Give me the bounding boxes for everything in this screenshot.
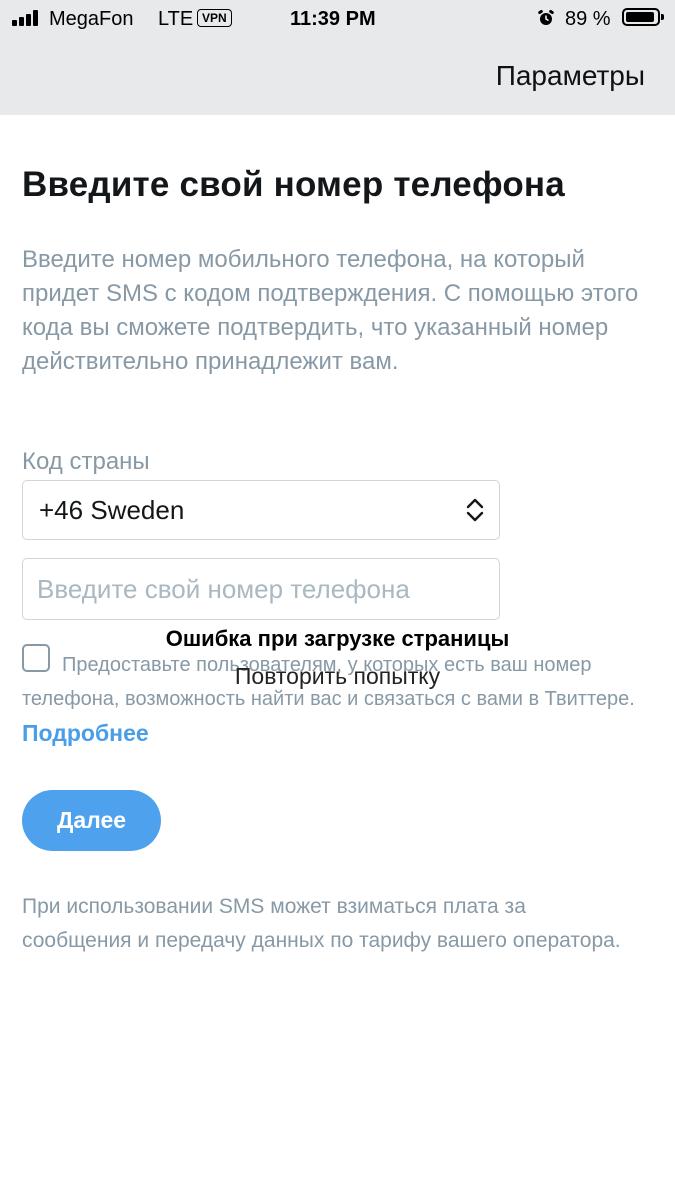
next-button[interactable]: Далее [22, 790, 161, 851]
vpn-badge: VPN [197, 9, 232, 27]
top-bar: MegaFon LTE VPN 11:39 PM 89 % Параметры [0, 0, 675, 115]
chevron-up-down-icon [466, 498, 484, 522]
retry-button[interactable]: Повторить попытку [0, 663, 675, 690]
clock: 11:39 PM [290, 8, 376, 30]
battery-percent: 89 % [565, 8, 611, 30]
country-code-value: +46 Sweden [39, 495, 185, 525]
carrier-name: MegaFon [49, 8, 134, 30]
country-code-label: Код страны [22, 448, 150, 475]
page-load-error-title: Ошибка при загрузке страницы [165, 626, 510, 651]
status-bar: MegaFon LTE VPN 11:39 PM 89 % [0, 0, 675, 40]
page-title: Введите свой номер телефона [22, 165, 565, 204]
network-type: LTE [158, 8, 194, 30]
learn-more-link[interactable]: Подробнее [22, 720, 149, 746]
signal-icon [12, 10, 42, 26]
country-code-select[interactable]: +46 Sweden [22, 480, 500, 540]
sms-charges-note: При использовании SMS может взиматься пл… [22, 895, 621, 952]
battery-icon [622, 8, 664, 26]
page-description: Введите номер мобильного телефона, на ко… [22, 246, 639, 375]
phone-number-input[interactable] [22, 558, 500, 620]
alarm-icon [538, 9, 554, 25]
settings-link[interactable]: Параметры [496, 60, 645, 92]
